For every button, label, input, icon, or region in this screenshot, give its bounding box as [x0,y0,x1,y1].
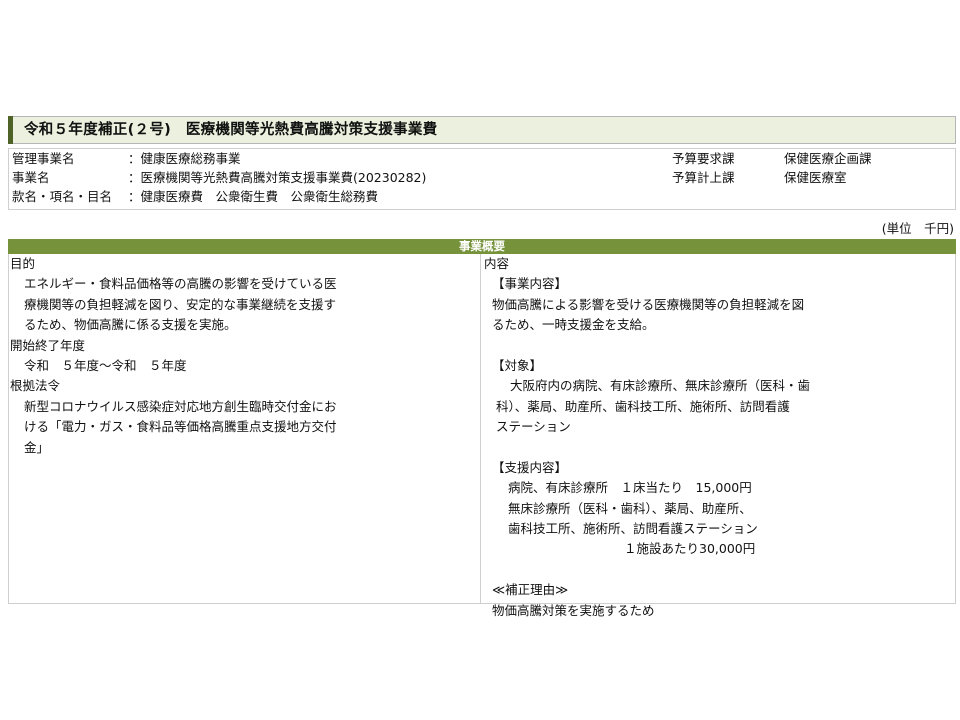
support-heading: 【支援内容】 [492,459,568,475]
business-line: 物価高騰による影響を受ける医療機関等の負担軽減を図 [492,296,805,312]
account-dept-value: 保健医療室 [784,170,847,185]
target-line: 大阪府内の病院、有床診療所、無床診療所（医科・歯 [510,378,811,394]
business-line: るため、一時支援金を支給。 [492,317,655,333]
support-line: 病院、有床診療所 １床当たり 15,000円 [508,480,752,496]
budget-item-value: ：健康医療費 公衆衛生費 公衆衛生総務費 [128,189,379,204]
account-dept-label: 予算計上課 [672,170,735,185]
purpose-line: るため、物価高騰に係る支援を実施。 [24,317,237,333]
request-dept-label: 予算要求課 [672,151,735,166]
target-heading: 【対象】 [492,357,543,373]
title-accent-bar [8,116,13,144]
content-heading: 内容 [484,256,510,271]
business-heading: 【事業内容】 [492,276,568,292]
project-label: 事業名 [12,170,50,185]
law-line: 金」 [24,439,50,455]
purpose-line: 療機関等の負担軽減を図り、安定的な事業継続を支援す [24,296,337,312]
column-divider [480,254,481,604]
management-label: 管理事業名 [12,151,75,166]
project-value: ：医療機関等光熱費高騰対策支援事業費(20230282) [128,170,427,185]
page-title: 令和５年度補正(２号) 医療機関等光熱費高騰対策支援事業費 [24,122,438,138]
target-line: 科）、薬局、助産所、歯科技工所、施術所、訪問看護 [496,398,790,414]
support-line: １施設あたり30,000円 [624,541,756,557]
purpose-line: エネルギー・食料品価格等の高騰の影響を受けている医 [24,276,337,292]
reason-heading: ≪補正理由≫ [492,582,569,598]
law-heading: 根拠法令 [10,378,61,394]
period-value: 令和 ５年度～令和 ５年度 [24,357,187,373]
unit-label: (単位 千円) [881,221,954,236]
left-column: 目的 エネルギー・食料品価格等の高騰の影響を受けている医 療機関等の負担軽減を図… [10,254,337,458]
purpose-heading: 目的 [10,256,36,271]
request-dept-value: 保健医療企画課 [784,151,872,166]
law-line: ける「電力・ガス・食料品等価格高騰重点支援地方交付 [24,419,337,435]
section-header: 事業概要 [8,239,956,254]
right-column: 内容 【事業内容】 物価高騰による影響を受ける医療機関等の負担軽減を図 るため、… [484,254,810,621]
law-line: 新型コロナウイルス感染症対応地方創生臨時交付金にお [24,398,337,414]
management-value: ：健康医療総務事業 [128,151,241,166]
support-line: 無床診療所（医科・歯科）、薬局、助産所、 [508,500,752,516]
reason-text: 物価高騰対策を実施するため [492,602,655,618]
target-line: ステーション [496,419,571,435]
support-line: 歯科技工所、施術所、訪問看護ステーション [508,521,758,537]
period-heading: 開始終了年度 [10,337,86,353]
budget-item-label: 款名・項名・目名 [12,189,113,204]
